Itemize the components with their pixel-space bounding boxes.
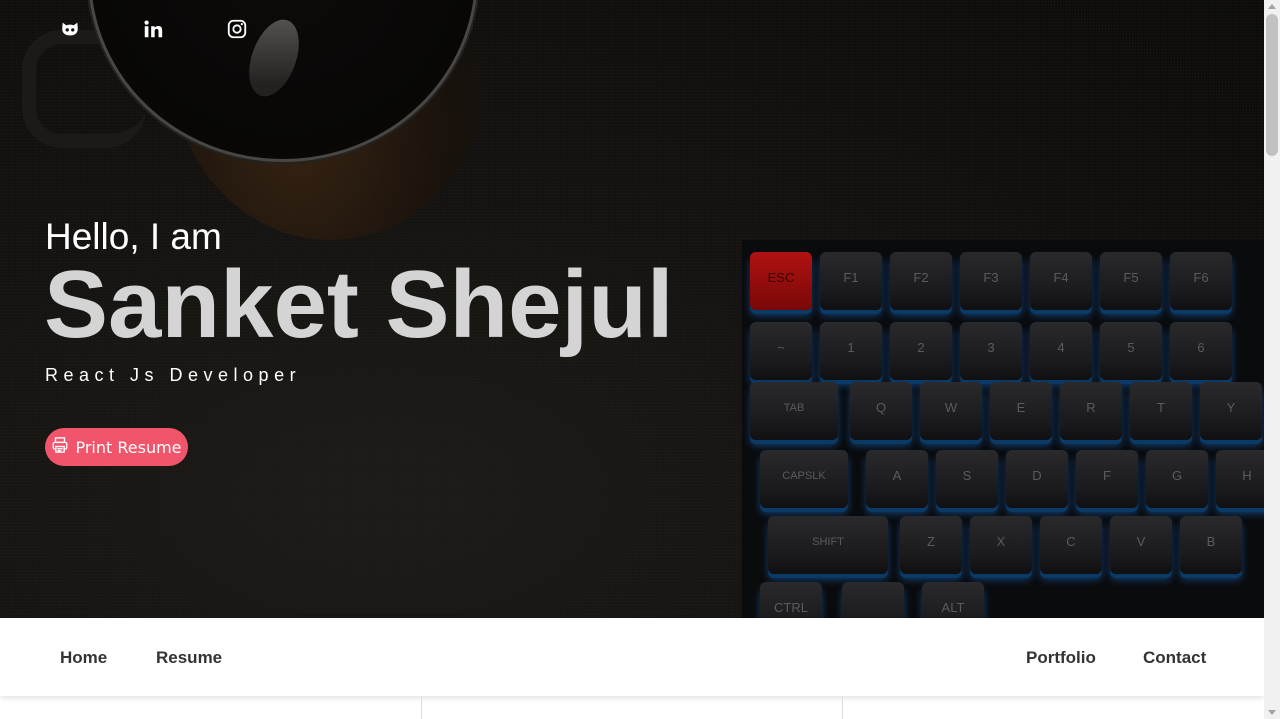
key-g: G xyxy=(1146,450,1208,508)
key-t: T xyxy=(1130,382,1192,440)
key-w: W xyxy=(920,382,982,440)
key-s: S xyxy=(936,450,998,508)
key-shift: SHIFT xyxy=(768,516,888,574)
key-e: E xyxy=(990,382,1052,440)
print-resume-label: Print Resume xyxy=(75,437,182,457)
key-f2: F2 xyxy=(890,252,952,310)
key-esc: ESC xyxy=(750,252,812,310)
key-3: 3 xyxy=(960,322,1022,380)
key-z: Z xyxy=(900,516,962,574)
key-f: F xyxy=(1076,450,1138,508)
keyboard-image: ESC F1 F2 F3 F4 F5 F6 ~ 1 2 3 4 5 6 TAB … xyxy=(742,240,1264,618)
column-divider xyxy=(421,697,422,719)
github-icon[interactable] xyxy=(57,16,83,42)
key-tilde: ~ xyxy=(750,322,812,380)
column-divider xyxy=(842,697,843,719)
main-navbar: Home Resume Portfolio Contact xyxy=(0,618,1264,696)
key-1: 1 xyxy=(820,322,882,380)
instagram-icon[interactable] xyxy=(224,16,250,42)
key-windows xyxy=(842,582,904,618)
key-ctrl: CTRL xyxy=(760,582,822,618)
key-6: 6 xyxy=(1170,322,1232,380)
key-5: 5 xyxy=(1100,322,1162,380)
vertical-scrollbar[interactable] xyxy=(1264,0,1280,719)
key-h: H xyxy=(1216,450,1264,508)
key-f3: F3 xyxy=(960,252,1022,310)
key-capslock: CAPSLK xyxy=(760,450,848,508)
key-f1: F1 xyxy=(820,252,882,310)
key-4: 4 xyxy=(1030,322,1092,380)
key-b: B xyxy=(1180,516,1242,574)
key-v: V xyxy=(1110,516,1172,574)
key-f4: F4 xyxy=(1030,252,1092,310)
nav-resume[interactable]: Resume xyxy=(156,648,222,668)
scroll-down-arrow-icon[interactable] xyxy=(1268,710,1276,715)
key-a: A xyxy=(866,450,928,508)
nav-portfolio[interactable]: Portfolio xyxy=(1026,648,1096,668)
key-alt: ALT xyxy=(922,582,984,618)
scrollbar-thumb[interactable] xyxy=(1266,14,1278,156)
key-tab: TAB xyxy=(750,382,838,440)
key-f5: F5 xyxy=(1100,252,1162,310)
hero-name: Sanket Shejul xyxy=(44,251,674,358)
key-f6: F6 xyxy=(1170,252,1232,310)
print-resume-button[interactable]: Print Resume xyxy=(45,428,188,466)
key-d: D xyxy=(1006,450,1068,508)
key-q: Q xyxy=(850,382,912,440)
key-y: Y xyxy=(1200,382,1262,440)
hero-role: React Js Developer xyxy=(45,365,302,385)
key-r: R xyxy=(1060,382,1122,440)
linkedin-icon[interactable] xyxy=(140,16,166,42)
nav-contact[interactable]: Contact xyxy=(1143,648,1206,668)
printer-icon xyxy=(51,436,69,458)
key-x: X xyxy=(970,516,1032,574)
key-2: 2 xyxy=(890,322,952,380)
hero-section: ESC F1 F2 F3 F4 F5 F6 ~ 1 2 3 4 5 6 TAB … xyxy=(0,0,1264,618)
key-c: C xyxy=(1040,516,1102,574)
scroll-up-arrow-icon[interactable] xyxy=(1268,4,1276,9)
nav-home[interactable]: Home xyxy=(60,648,107,668)
